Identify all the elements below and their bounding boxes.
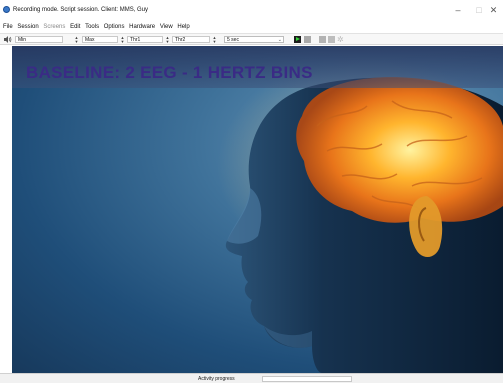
thr1-spinner[interactable]: ▲ ▼ (165, 36, 170, 44)
record-button[interactable] (328, 36, 335, 43)
status-bar: Activity progress (0, 373, 503, 383)
min-spinner[interactable]: ▲ ▼ (74, 36, 79, 44)
pause-button[interactable] (319, 36, 326, 43)
status-text: Activity progress (198, 376, 235, 382)
app-globe-icon (3, 6, 10, 13)
menu-view[interactable]: View (160, 22, 173, 32)
duration-select[interactable]: 5 sec ⌄ (224, 36, 284, 43)
max-spinner[interactable]: ▲ ▼ (120, 36, 125, 44)
duration-value: 5 sec (227, 37, 239, 43)
max-field[interactable]: Max (82, 36, 118, 43)
thr1-label: Thr1 (130, 37, 141, 43)
chevron-down-icon: ⌄ (277, 37, 282, 43)
brain-head-image (217, 56, 503, 373)
stop-button[interactable] (304, 36, 311, 43)
menu-file[interactable]: File (3, 22, 13, 32)
menu-screens[interactable]: Screens (43, 22, 65, 32)
close-button[interactable]: ✕ (484, 0, 503, 20)
settings-gear-icon[interactable]: ✲ (337, 36, 344, 44)
window-title: Recording mode. Script session. Client: … (13, 7, 149, 13)
menu-session[interactable]: Session (17, 22, 38, 32)
menu-bar: File Session Screens Edit Tools Options … (0, 22, 503, 32)
thr2-spinner[interactable]: ▲ ▼ (212, 36, 217, 44)
toolbar: Min ▲ ▼ Max ▲ ▼ Thr1 ▲ ▼ Thr2 ▲ ▼ 5 sec ⌄ ✲ (0, 33, 503, 45)
menu-hardware[interactable]: Hardware (129, 22, 155, 32)
speaker-icon[interactable] (4, 36, 12, 43)
max-label: Max (85, 37, 95, 43)
min-field[interactable]: Min (15, 36, 63, 43)
session-headline: BASELINE: 2 EEG - 1 HERTZ BINS (26, 63, 313, 82)
activity-progress-bar (262, 376, 352, 382)
thr2-field[interactable]: Thr2 (172, 36, 210, 43)
minimize-button[interactable]: – (447, 0, 469, 20)
menu-tools[interactable]: Tools (85, 22, 99, 32)
menu-options[interactable]: Options (104, 22, 125, 32)
menu-edit[interactable]: Edit (70, 22, 80, 32)
session-display: BASELINE: 2 EEG - 1 HERTZ BINS (12, 46, 503, 373)
title-bar: Recording mode. Script session. Client: … (0, 0, 503, 20)
play-button[interactable] (294, 36, 301, 43)
menu-help[interactable]: Help (177, 22, 189, 32)
min-label: Min (18, 37, 27, 43)
thr1-field[interactable]: Thr1 (127, 36, 163, 43)
thr2-label: Thr2 (175, 37, 186, 43)
